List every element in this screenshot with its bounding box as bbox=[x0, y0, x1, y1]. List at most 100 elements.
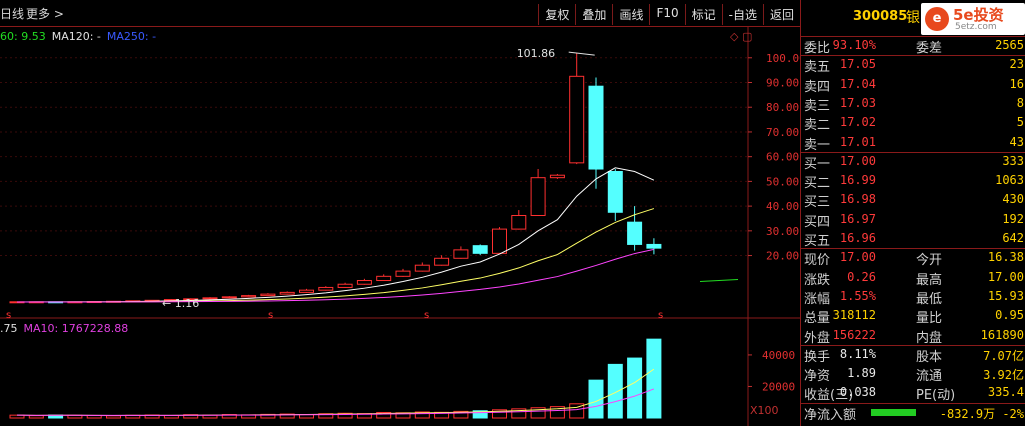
volume-bar bbox=[28, 415, 44, 419]
bid-volume: 192 bbox=[1002, 211, 1024, 226]
stats-value: 0.038 bbox=[839, 385, 876, 400]
price-tick-label: 60.00 bbox=[766, 151, 799, 164]
candle-body bbox=[202, 297, 218, 300]
quote-label-2: 量比 bbox=[916, 311, 943, 327]
quote-label: 总量 bbox=[804, 311, 831, 327]
quote-value-2: 15.93 bbox=[987, 288, 1024, 303]
price-tick-label: 70.00 bbox=[766, 126, 799, 139]
vol-label-1: MA10: 1767228.88 bbox=[23, 322, 129, 335]
candle-body bbox=[279, 291, 295, 295]
logo-subtext: 5etz.com bbox=[955, 22, 997, 32]
ask-label: 卖五 bbox=[804, 60, 831, 76]
vol-tick-label: 40000 bbox=[762, 349, 795, 362]
ask-row-4[interactable]: 卖一 17.01 43 bbox=[801, 133, 1025, 153]
candle-body bbox=[627, 221, 643, 245]
quote-value-2: 161890 bbox=[980, 327, 1024, 342]
net-flow-bar bbox=[871, 408, 916, 416]
ask-price: 17.03 bbox=[839, 95, 876, 110]
net-flow-label: 净流入额 bbox=[804, 407, 857, 423]
stats-label: 净资 bbox=[804, 369, 831, 385]
weibi-row[interactable]: 委比 93.10% 委差 2565 bbox=[801, 36, 1025, 56]
candle-body bbox=[453, 249, 469, 259]
panel-header: 300085 银 e 5e投资 5etz.com bbox=[801, 0, 1025, 37]
weibi-label: 委比 bbox=[804, 41, 831, 56]
quote-row-2[interactable]: 涨幅 1.55% 最低 15.93 bbox=[801, 287, 1025, 307]
candle-body bbox=[607, 171, 623, 213]
price-tick-label: 30.00 bbox=[766, 225, 799, 238]
candle-body bbox=[221, 296, 237, 299]
ask-price: 17.01 bbox=[839, 134, 876, 149]
bid-label: 买二 bbox=[804, 176, 831, 192]
stats-row-2[interactable]: 收益(三) 0.038 PE(动) 335.4 bbox=[801, 383, 1025, 403]
bid-row-1[interactable]: 买二 16.99 1063 bbox=[801, 171, 1025, 192]
quote-row-4[interactable]: 外盘 156222 内盘 161890 bbox=[801, 326, 1025, 346]
kline-chart[interactable]: ◇ ▢ 100.00 90.00 80.00 70.00 60.00 50.00 40.00 3… bbox=[0, 0, 800, 426]
stats-label: 换手 bbox=[804, 349, 831, 365]
bid-label: 买五 bbox=[804, 234, 831, 249]
brand-logo: e 5e投资 5etz.com bbox=[921, 3, 1025, 35]
candle-body bbox=[472, 245, 488, 254]
net-flow-row[interactable]: 净流入额 -832.9万 -2% bbox=[801, 403, 1025, 423]
stats-value: 8.11% bbox=[839, 346, 876, 361]
net-flow-value: -832.9万 -2% bbox=[939, 406, 1024, 421]
price-tick-label: 20.00 bbox=[766, 250, 799, 263]
volume-indicator-line: .75 MA10: 1767228.88 bbox=[0, 322, 134, 335]
volume-bar bbox=[86, 414, 102, 419]
candle-body bbox=[569, 75, 585, 164]
stats-value-2: 7.07亿 bbox=[983, 348, 1024, 363]
bid-row-0[interactable]: 买一 17.00 333 bbox=[801, 152, 1025, 172]
stock-name: 银 bbox=[906, 10, 920, 26]
bid-row-3[interactable]: 买四 16.97 192 bbox=[801, 210, 1025, 230]
bid-price: 17.00 bbox=[839, 153, 876, 168]
candle-body bbox=[318, 286, 334, 291]
quote-value: 156222 bbox=[832, 327, 876, 342]
bid-volume: 1063 bbox=[995, 173, 1024, 188]
candle-body bbox=[376, 275, 392, 282]
bid-row-4[interactable]: 买五 16.96 642 bbox=[801, 229, 1025, 249]
quote-value: 1.55% bbox=[839, 288, 876, 303]
ask-row-3[interactable]: 卖二 17.02 5 bbox=[801, 113, 1025, 133]
bid-price: 16.97 bbox=[839, 211, 876, 226]
candle-body bbox=[646, 243, 662, 249]
quote-value: 0.26 bbox=[847, 269, 876, 284]
bid-row-2[interactable]: 买三 16.98 430 bbox=[801, 190, 1025, 211]
high-marker-line bbox=[568, 51, 595, 56]
quote-row-1[interactable]: 涨跌 0.26 最高 17.00 bbox=[801, 268, 1025, 288]
candle-body bbox=[434, 257, 450, 266]
logo-mark-icon: e bbox=[925, 7, 949, 31]
stock-code: 300085 bbox=[853, 9, 908, 24]
ask-volume: 43 bbox=[1009, 134, 1024, 149]
low-label: ← 1.16 bbox=[162, 297, 199, 310]
quote-row-3[interactable]: 总量 318112 量比 0.95 bbox=[801, 306, 1025, 327]
quote-label-2: 最高 bbox=[916, 272, 943, 288]
price-tick-label: 100.00 bbox=[766, 52, 800, 65]
ask-volume: 5 bbox=[1016, 115, 1024, 130]
stats-row-0[interactable]: 换手 8.11% 股本 7.07亿 bbox=[801, 345, 1025, 365]
candle-body bbox=[299, 289, 314, 293]
ask-row-1[interactable]: 卖四 17.04 16 bbox=[801, 75, 1025, 95]
candle-body bbox=[530, 177, 546, 217]
quote-value-2: 0.95 bbox=[995, 308, 1024, 323]
candle-body bbox=[395, 270, 411, 277]
ma20-line bbox=[16, 248, 655, 303]
weicha-value: 2565 bbox=[995, 38, 1024, 52]
bid-price: 16.96 bbox=[839, 231, 876, 245]
bid-volume: 333 bbox=[1002, 153, 1024, 168]
s-marker: s bbox=[6, 310, 11, 321]
ask-row-2[interactable]: 卖三 17.03 8 bbox=[801, 94, 1025, 114]
s-marker: s bbox=[658, 310, 663, 321]
quote-row-0[interactable]: 现价 17.00 今开 16.38 bbox=[801, 248, 1025, 268]
stats-label-2: 股本 bbox=[916, 349, 943, 365]
quote-label: 涨幅 bbox=[804, 291, 831, 307]
candle-body bbox=[492, 228, 507, 254]
stats-value: 1.89 bbox=[847, 366, 876, 381]
candle-body bbox=[511, 215, 527, 230]
bid-label: 买三 bbox=[804, 195, 831, 211]
ask-row-0[interactable]: 卖五 17.05 23 bbox=[801, 55, 1025, 76]
vol-label-0: .75 bbox=[0, 322, 18, 335]
ask-volume: 23 bbox=[1009, 57, 1024, 72]
ask-volume: 16 bbox=[1009, 76, 1024, 91]
stats-row-1[interactable]: 净资 1.89 流通 3.92亿 bbox=[801, 364, 1025, 385]
quote-panel: 300085 银 e 5e投资 5etz.com 委比 93.10% 委差 2565 卖… bbox=[800, 0, 1025, 426]
volume-bar bbox=[607, 363, 623, 419]
